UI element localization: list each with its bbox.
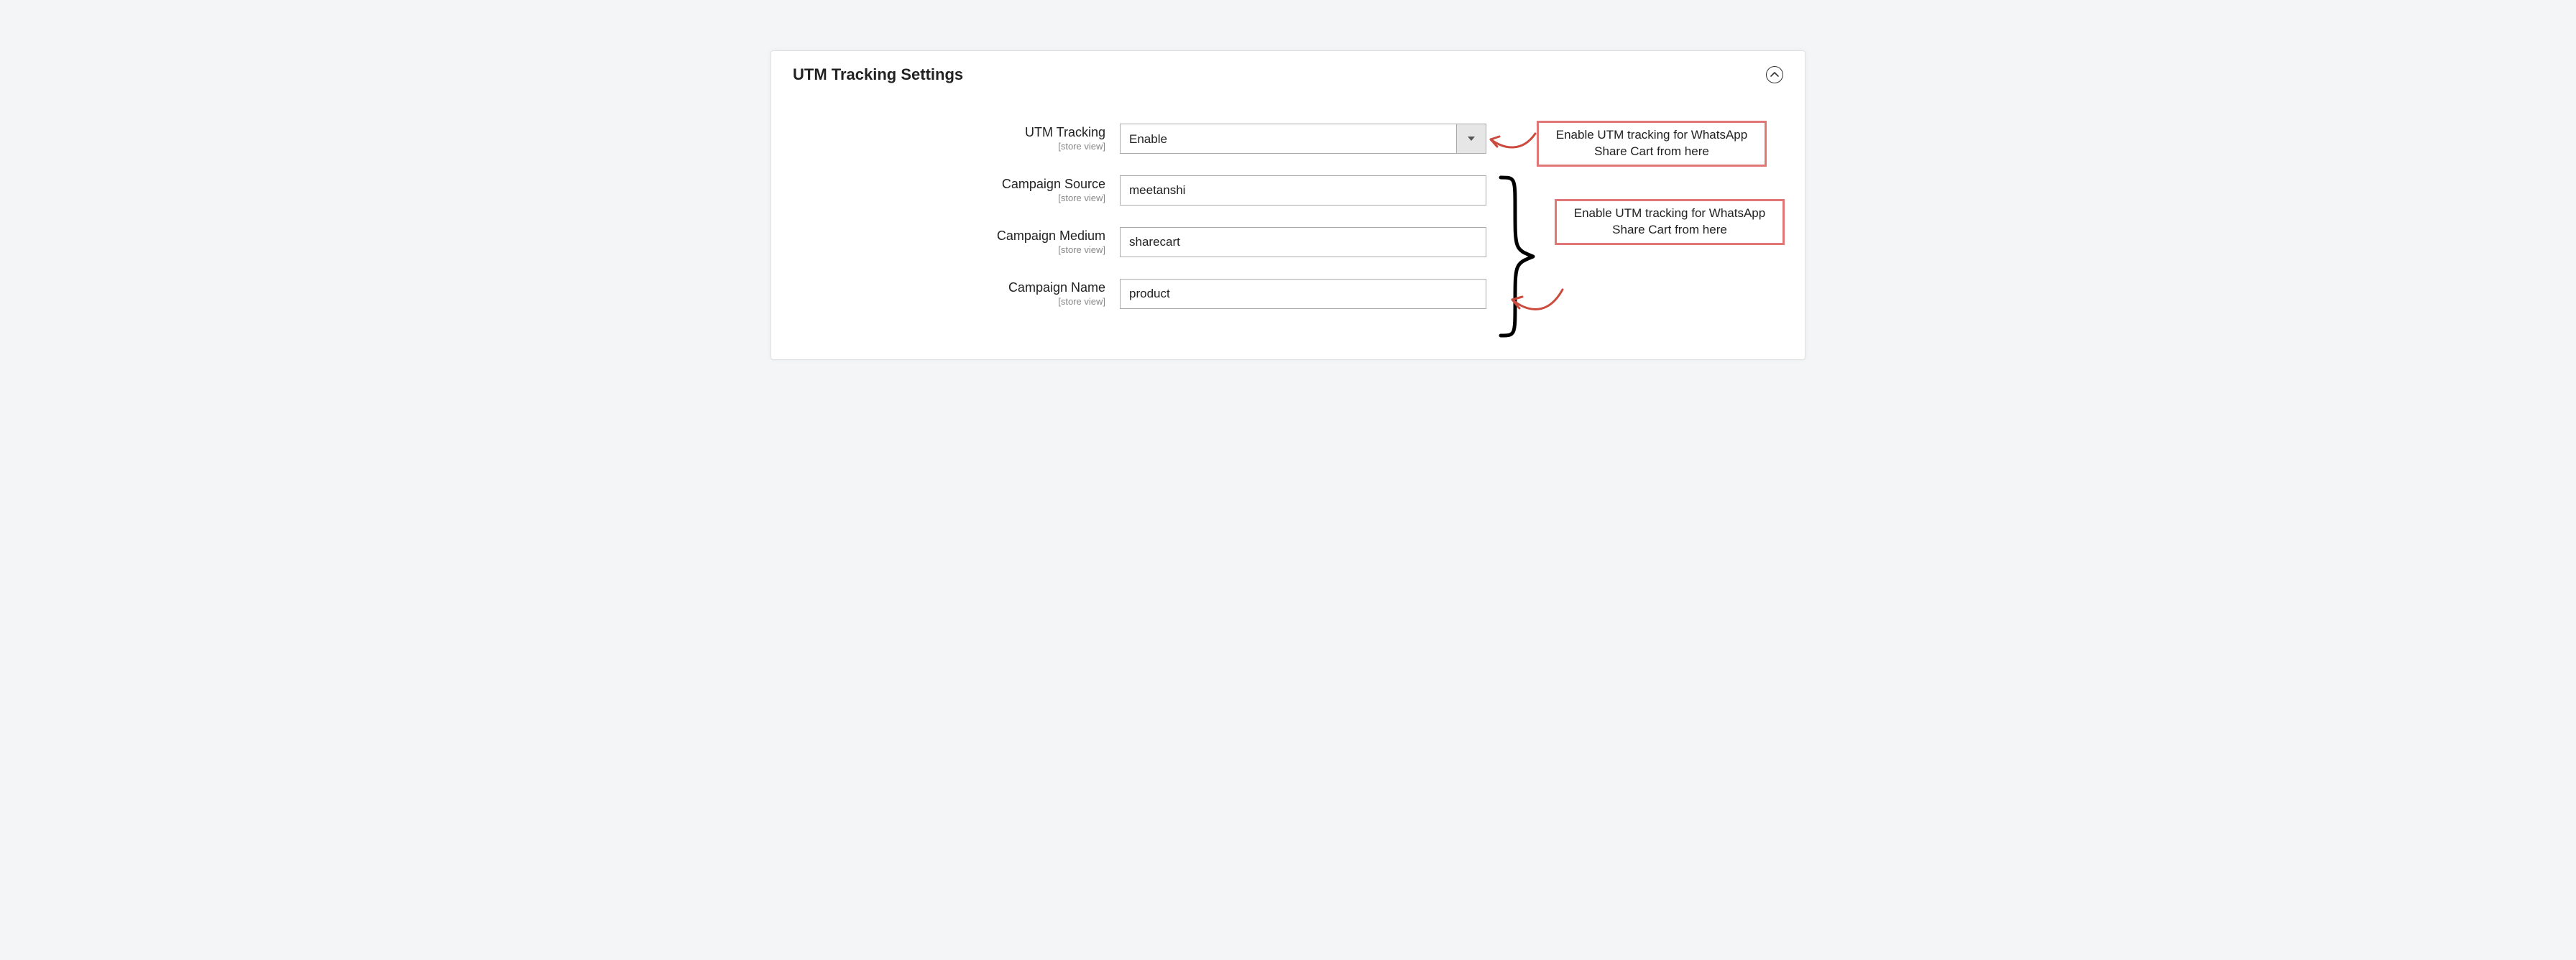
label-text: UTM Tracking: [1025, 125, 1105, 139]
utm-tracking-select[interactable]: Enable: [1120, 124, 1486, 154]
form-rows: UTM Tracking [store view] Enable: [793, 124, 1783, 309]
campaign-source-input[interactable]: [1120, 175, 1486, 206]
label-scope: [store view]: [793, 193, 1105, 204]
label-utm-tracking: UTM Tracking [store view]: [793, 124, 1120, 152]
label-text: Campaign Source: [1002, 177, 1105, 191]
label-campaign-medium: Campaign Medium [store view]: [793, 227, 1120, 255]
annotation-callout-1: Enable UTM tracking for WhatsApp Share C…: [1537, 121, 1767, 167]
panel-header: UTM Tracking Settings: [793, 65, 1783, 84]
collapse-button[interactable]: [1766, 66, 1783, 83]
settings-panel: UTM Tracking Settings UTM Tracking [stor…: [770, 50, 1806, 360]
chevron-up-icon: [1770, 72, 1779, 78]
label-campaign-source: Campaign Source [store view]: [793, 175, 1120, 203]
utm-tracking-select-wrap: Enable: [1120, 124, 1486, 154]
label-scope: [store view]: [793, 244, 1105, 256]
panel-title: UTM Tracking Settings: [793, 65, 963, 84]
label-scope: [store view]: [793, 296, 1105, 308]
label-text: Campaign Medium: [997, 229, 1105, 243]
annotation-callout-2: Enable UTM tracking for WhatsApp Share C…: [1555, 199, 1785, 245]
label-text: Campaign Name: [1008, 280, 1105, 295]
row-campaign-name: Campaign Name [store view]: [793, 279, 1783, 309]
label-campaign-name: Campaign Name [store view]: [793, 279, 1120, 307]
campaign-name-input[interactable]: [1120, 279, 1486, 309]
label-scope: [store view]: [793, 141, 1105, 152]
campaign-medium-input[interactable]: [1120, 227, 1486, 257]
